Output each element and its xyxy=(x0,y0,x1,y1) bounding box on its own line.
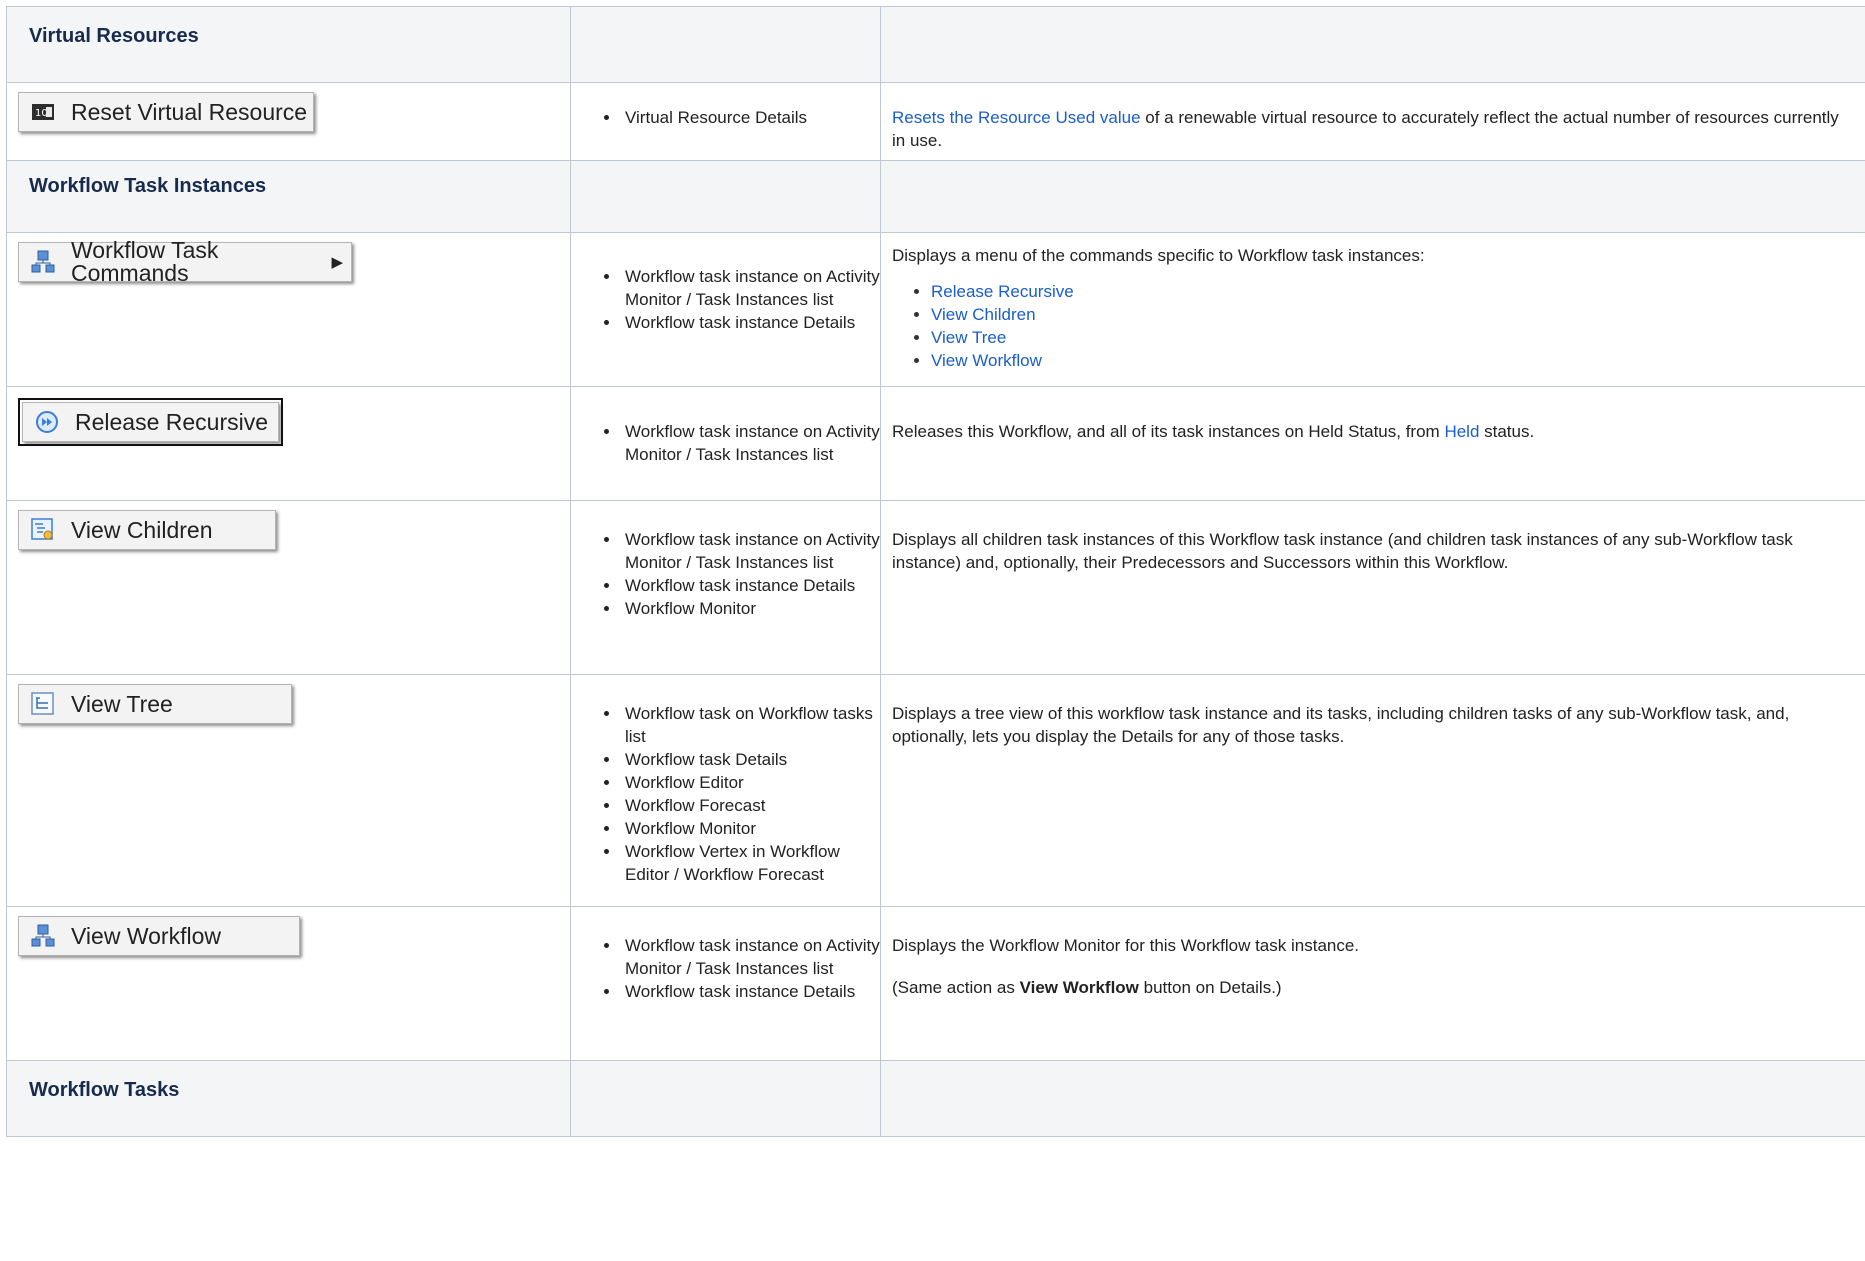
list-item: Workflow task instance on Activity Monit… xyxy=(621,265,880,311)
section-title: Workflow Task Instances xyxy=(6,160,571,233)
list-item: Workflow Forecast xyxy=(621,794,880,817)
release-recursive-button[interactable]: Release Recursive xyxy=(18,398,283,446)
held-link[interactable]: Held xyxy=(1444,422,1479,441)
list-item: Workflow task on Workflow tasks list xyxy=(621,702,880,748)
counter-icon: 10 xyxy=(32,104,54,120)
table-row: View Tree Workflow task on Workflow task… xyxy=(6,674,1865,907)
description: Displays a menu of the commands specific… xyxy=(892,246,1425,265)
section-row-workflow-tasks: Workflow Tasks xyxy=(6,1060,1865,1137)
section-row-workflow-task-instances: Workflow Task Instances xyxy=(6,160,1865,233)
button-label: View Children xyxy=(71,516,213,543)
resource-used-link[interactable]: Resets the Resource Used value xyxy=(892,108,1141,127)
list-item: Workflow task instance on Activity Monit… xyxy=(621,528,880,574)
workflow-task-commands-button[interactable]: Workflow Task Commands ▶ xyxy=(18,237,352,286)
view-tree-button[interactable]: View Tree xyxy=(18,684,292,724)
reset-virtual-resource-button[interactable]: 10 Reset Virtual Resource xyxy=(18,92,314,132)
description: Resets the Resource Used value of a rene… xyxy=(892,108,1839,150)
view-workflow-link[interactable]: View Workflow xyxy=(931,351,1042,370)
where-list: Workflow task on Workflow tasks list Wor… xyxy=(571,702,880,886)
list-item: Workflow Monitor xyxy=(621,817,880,840)
where-list: Workflow task instance on Activity Monit… xyxy=(571,528,880,620)
list-item: Workflow Editor xyxy=(621,771,880,794)
list-item: Workflow task instance on Activity Monit… xyxy=(621,934,880,980)
section-row-virtual-resources: Virtual Resources xyxy=(6,6,1865,83)
where-list: Workflow task instance on Activity Monit… xyxy=(571,265,880,334)
table-row: Release Recursive Workflow task instance… xyxy=(6,386,1865,501)
workflow-icon xyxy=(31,250,55,273)
svg-text:10: 10 xyxy=(35,108,48,119)
view-children-button[interactable]: View Children xyxy=(18,510,276,550)
list-item: Workflow Vertex in Workflow Editor / Wor… xyxy=(621,840,880,886)
list-item: Workflow Monitor xyxy=(621,597,880,620)
table-row: Workflow Task Commands ▶ Workflow task i… xyxy=(6,232,1865,387)
release-recursive-link[interactable]: Release Recursive xyxy=(931,282,1074,301)
where-list: Workflow task instance on Activity Monit… xyxy=(571,420,880,466)
tree-icon xyxy=(31,692,54,715)
description: Displays all children task instances of … xyxy=(892,530,1793,572)
button-label: View Tree xyxy=(71,690,173,717)
view-workflow-button[interactable]: View Workflow xyxy=(18,916,300,956)
table-row: View Children Workflow task instance on … xyxy=(6,500,1865,675)
list-item: Workflow task instance on Activity Monit… xyxy=(621,420,880,466)
table-row: View Workflow Workflow task instance on … xyxy=(6,906,1865,1061)
button-label: View Workflow xyxy=(71,922,221,949)
list-item: Virtual Resource Details xyxy=(621,106,880,129)
where-list: Virtual Resource Details xyxy=(571,106,880,129)
list-item: Workflow task instance Details xyxy=(621,980,880,1003)
section-title: Virtual Resources xyxy=(6,6,571,83)
description: Displays the Workflow Monitor for this W… xyxy=(892,936,1360,955)
button-label: Release Recursive xyxy=(75,408,269,435)
section-title: Workflow Tasks xyxy=(6,1060,571,1137)
button-label: Reset Virtual Resource xyxy=(71,98,308,125)
view-tree-link[interactable]: View Tree xyxy=(931,328,1006,347)
list-item: Workflow task Details xyxy=(621,748,880,771)
button-label: Workflow Task Commands xyxy=(71,237,219,286)
list-item: Workflow task instance Details xyxy=(621,574,880,597)
commands-table: Virtual Resources 10 Reset Virtual Resou… xyxy=(6,6,1865,1137)
table-row: 10 Reset Virtual Resource Virtual Resour… xyxy=(6,82,1865,161)
description: Releases this Workflow, and all of its t… xyxy=(892,422,1535,441)
submenu-arrow-icon: ▶ xyxy=(331,253,343,271)
where-list: Workflow task instance on Activity Monit… xyxy=(571,934,880,1003)
view-children-icon xyxy=(31,518,53,540)
description-note: (Same action as View Workflow button on … xyxy=(892,978,1282,997)
workflow-icon xyxy=(31,924,55,947)
command-links: Release Recursive View Children View Tre… xyxy=(881,280,1865,372)
fast-forward-icon xyxy=(36,411,58,433)
list-item: Workflow task instance Details xyxy=(621,311,880,334)
view-children-link[interactable]: View Children xyxy=(931,305,1036,324)
description: Displays a tree view of this workflow ta… xyxy=(892,704,1790,746)
